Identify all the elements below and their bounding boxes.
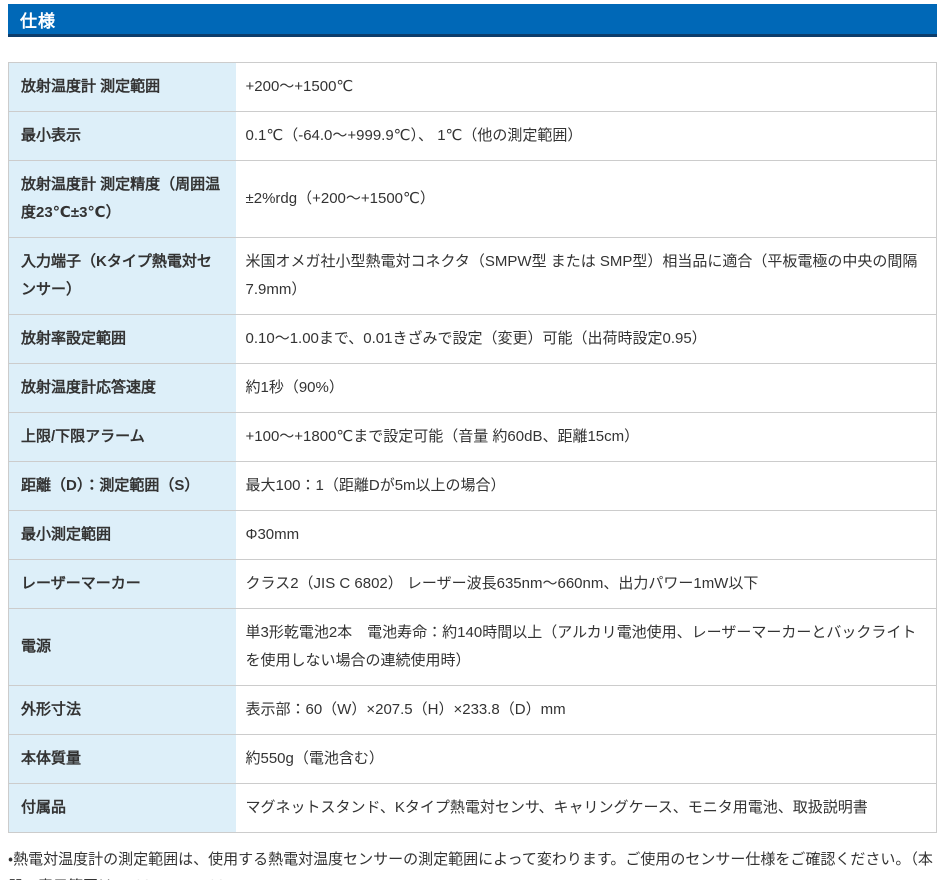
table-row: 最小測定範囲 Φ30mm (9, 511, 937, 560)
spec-label: 放射温度計 測定精度（周囲温度23℃±3℃） (9, 161, 236, 238)
page-title: 仕様 (20, 7, 56, 32)
spec-value: +100〜+1800℃まで設定可能（音量 約60dB、距離15cm） (236, 413, 937, 462)
table-row: 外形寸法 表示部：60（W）×207.5（H）×233.8（D）mm (9, 686, 937, 735)
spec-label: 電源 (9, 609, 236, 686)
spec-label: 最小測定範囲 (9, 511, 236, 560)
spec-page: 仕様 放射温度計 測定範囲 +200〜+1500℃ 最小表示 0.1℃（-64.… (0, 0, 940, 880)
spec-label: 最小表示 (9, 112, 236, 161)
table-row: 放射温度計 測定範囲 +200〜+1500℃ (9, 63, 937, 112)
spec-value: 0.1℃（-64.0〜+999.9℃）、 1℃（他の測定範囲） (236, 112, 937, 161)
table-row: 本体質量 約550g（電池含む） (9, 735, 937, 784)
spec-label: 本体質量 (9, 735, 236, 784)
spec-value: 表示部：60（W）×207.5（H）×233.8（D）mm (236, 686, 937, 735)
spec-value: クラス2（JIS C 6802） レーザー波長635nm〜660nm、出力パワー… (236, 560, 937, 609)
spec-value: 約550g（電池含む） (236, 735, 937, 784)
table-row: 放射率設定範囲 0.10〜1.00まで、0.01きざみで設定（変更）可能（出荷時… (9, 315, 937, 364)
spec-label: 放射温度計応答速度 (9, 364, 236, 413)
table-row: 距離（D）：測定範囲（S） 最大100：1（距離Dが5m以上の場合） (9, 462, 937, 511)
spec-value: ±2%rdg（+200〜+1500℃） (236, 161, 937, 238)
footnote: ・熱電対温度計の測定範囲は、使用する熱電対温度センサーの測定範囲によって変わりま… (8, 846, 934, 880)
spec-value: 約1秒（90%） (236, 364, 937, 413)
spec-value: 米国オメガ社小型熱電対コネクタ（SMPW型 または SMP型）相当品に適合（平板… (236, 238, 937, 315)
spec-label: 入力端子（Kタイプ熱電対センサー） (9, 238, 236, 315)
spec-label: 外形寸法 (9, 686, 236, 735)
spec-label: 距離（D）：測定範囲（S） (9, 462, 236, 511)
spec-value: マグネットスタンド、Kタイプ熱電対センサ、キャリングケース、モニタ用電池、取扱説… (236, 784, 937, 833)
section-header: 仕様 (8, 4, 937, 37)
table-row: 最小表示 0.1℃（-64.0〜+999.9℃）、 1℃（他の測定範囲） (9, 112, 937, 161)
table-row: 上限/下限アラーム +100〜+1800℃まで設定可能（音量 約60dB、距離1… (9, 413, 937, 462)
table-row: 電源 単3形乾電池2本 電池寿命：約140時間以上（アルカリ電池使用、レーザーマ… (9, 609, 937, 686)
spec-label: 上限/下限アラーム (9, 413, 236, 462)
table-row: 入力端子（Kタイプ熱電対センサー） 米国オメガ社小型熱電対コネクタ（SMPW型 … (9, 238, 937, 315)
table-row: レーザーマーカー クラス2（JIS C 6802） レーザー波長635nm〜66… (9, 560, 937, 609)
spec-value: Φ30mm (236, 511, 937, 560)
spec-value: 0.10〜1.00まで、0.01きざみで設定（変更）可能（出荷時設定0.95） (236, 315, 937, 364)
spec-table: 放射温度計 測定範囲 +200〜+1500℃ 最小表示 0.1℃（-64.0〜+… (8, 62, 937, 833)
spec-value: 単3形乾電池2本 電池寿命：約140時間以上（アルカリ電池使用、レーザーマーカー… (236, 609, 937, 686)
table-row: 放射温度計応答速度 約1秒（90%） (9, 364, 937, 413)
spec-value: 最大100：1（距離Dが5m以上の場合） (236, 462, 937, 511)
spec-value: +200〜+1500℃ (236, 63, 937, 112)
spec-label: 放射率設定範囲 (9, 315, 236, 364)
spec-label: 付属品 (9, 784, 236, 833)
table-row: 放射温度計 測定精度（周囲温度23℃±3℃） ±2%rdg（+200〜+1500… (9, 161, 937, 238)
table-row: 付属品 マグネットスタンド、Kタイプ熱電対センサ、キャリングケース、モニタ用電池… (9, 784, 937, 833)
spec-label: 放射温度計 測定範囲 (9, 63, 236, 112)
spec-label: レーザーマーカー (9, 560, 236, 609)
